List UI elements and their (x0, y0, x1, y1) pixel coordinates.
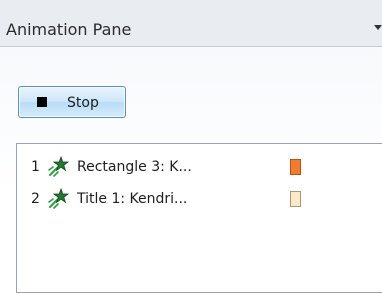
dropdown-arrow-icon[interactable] (374, 25, 382, 30)
pane-title: Animation Pane (6, 20, 132, 39)
timing-bar[interactable] (290, 159, 301, 175)
entrance-effect-star-icon (48, 187, 69, 209)
animation-label: Title 1: Kendri... (77, 191, 188, 207)
pane-header: Animation Pane (0, 0, 382, 47)
animation-pane: Animation Pane Stop 1 Rectangle 3: K... … (0, 0, 382, 293)
animation-item[interactable]: 1 Rectangle 3: K... (17, 153, 317, 181)
animation-item[interactable]: 2 Title 1: Kendri... (17, 185, 317, 213)
animation-number: 1 (31, 159, 40, 175)
animation-label: Rectangle 3: K... (77, 159, 192, 175)
stop-button[interactable]: Stop (18, 86, 126, 118)
animation-list[interactable]: 1 Rectangle 3: K... 2 Title 1: Kendri... (16, 143, 382, 293)
entrance-effect-star-icon (48, 155, 69, 177)
stop-button-label: Stop (67, 95, 99, 111)
animation-number: 2 (31, 191, 40, 207)
timing-bar[interactable] (290, 191, 301, 207)
stop-square-icon (37, 97, 47, 107)
